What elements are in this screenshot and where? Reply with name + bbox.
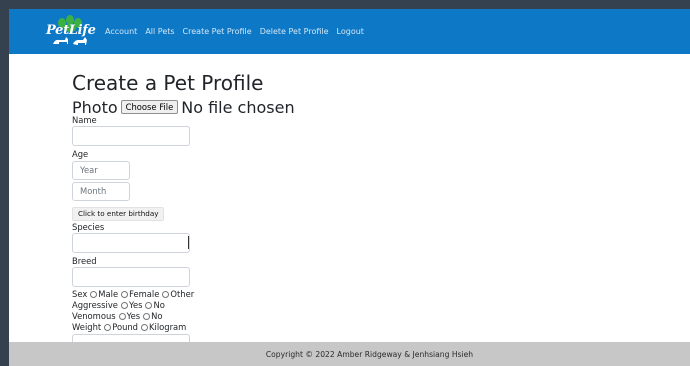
weight-pound-radio[interactable] — [104, 324, 112, 331]
top-frame-strip — [9, 0, 690, 9]
venomous-yes-radio[interactable] — [118, 313, 126, 320]
name-label: Name — [72, 115, 97, 125]
navbar: PetLife Account All Pets Create Pet Prof… — [9, 9, 690, 54]
copyright-text: Copyright © 2022 Amber Ridgeway & Jenhsi… — [265, 349, 474, 359]
text-cursor — [188, 236, 189, 249]
name-input[interactable] — [72, 126, 190, 146]
weight-pound-label: Pound — [112, 322, 138, 332]
file-status: No file chosen — [181, 97, 295, 117]
age-label: Age — [72, 149, 89, 159]
weight-kilogram-radio[interactable] — [141, 324, 148, 331]
brand-logo[interactable]: PetLife — [45, 14, 96, 50]
venomous-no-label: No — [151, 311, 163, 321]
species-input[interactable] — [72, 233, 190, 253]
sex-label: Sex — [72, 289, 88, 299]
venomous-label: Venomous — [72, 311, 116, 321]
nav-link-create-pet-profile[interactable]: Create Pet Profile — [183, 27, 252, 36]
venomous-no-radio[interactable] — [143, 313, 151, 320]
sex-female-label: Female — [129, 289, 160, 299]
aggressive-no-label: No — [153, 300, 165, 310]
aggressive-no-radio[interactable] — [145, 302, 153, 309]
page-title: Create a Pet Profile — [72, 71, 264, 95]
sex-male-radio[interactable] — [90, 291, 98, 298]
species-label: Species — [72, 222, 105, 232]
browser-viewport: PetLife Account All Pets Create Pet Prof… — [9, 0, 690, 366]
sex-other-label: Other — [170, 289, 195, 299]
aggressive-yes-radio[interactable] — [120, 302, 128, 309]
sex-female-radio[interactable] — [121, 291, 129, 298]
venomous-row: Venomous Yes No — [72, 311, 432, 322]
nav-link-account[interactable]: Account — [105, 27, 137, 36]
photo-label: Photo — [72, 97, 118, 117]
brand-name: PetLife — [46, 22, 96, 38]
enter-birthday-button[interactable]: Click to enter birthday — [72, 207, 165, 221]
nav-link-delete-pet-profile[interactable]: Delete Pet Profile — [260, 27, 329, 36]
sex-other-radio[interactable] — [162, 291, 170, 298]
photo-row: Photo Choose File No file chosen — [72, 97, 432, 117]
breed-label: Breed — [72, 256, 97, 266]
species-field-wrap — [72, 233, 432, 253]
nav-link-all-pets[interactable]: All Pets — [145, 27, 174, 36]
year-input[interactable]: Year — [72, 161, 130, 180]
aggressive-label: Aggressive — [72, 300, 118, 310]
weight-kilogram-label: Kilogram — [149, 322, 187, 332]
aggressive-yes-label: Yes — [128, 300, 143, 310]
sex-row: Sex Male Female Other — [72, 289, 432, 300]
breed-input[interactable] — [72, 267, 190, 287]
weight-label: Weight — [72, 322, 102, 332]
sex-male-label: Male — [98, 289, 119, 299]
choose-file-button[interactable]: Choose File — [120, 100, 179, 114]
aggressive-row: Aggressive Yes No — [72, 300, 432, 311]
month-input[interactable]: Month — [72, 182, 130, 201]
weight-row: Weight Pound Kilogram — [72, 322, 432, 333]
footer: Copyright © 2022 Amber Ridgeway & Jenhsi… — [9, 342, 690, 366]
nav-link-logout[interactable]: Logout — [337, 27, 364, 36]
pet-profile-form: Create a Pet Profile Photo Choose File N… — [72, 72, 432, 354]
venomous-yes-label: Yes — [126, 311, 141, 321]
